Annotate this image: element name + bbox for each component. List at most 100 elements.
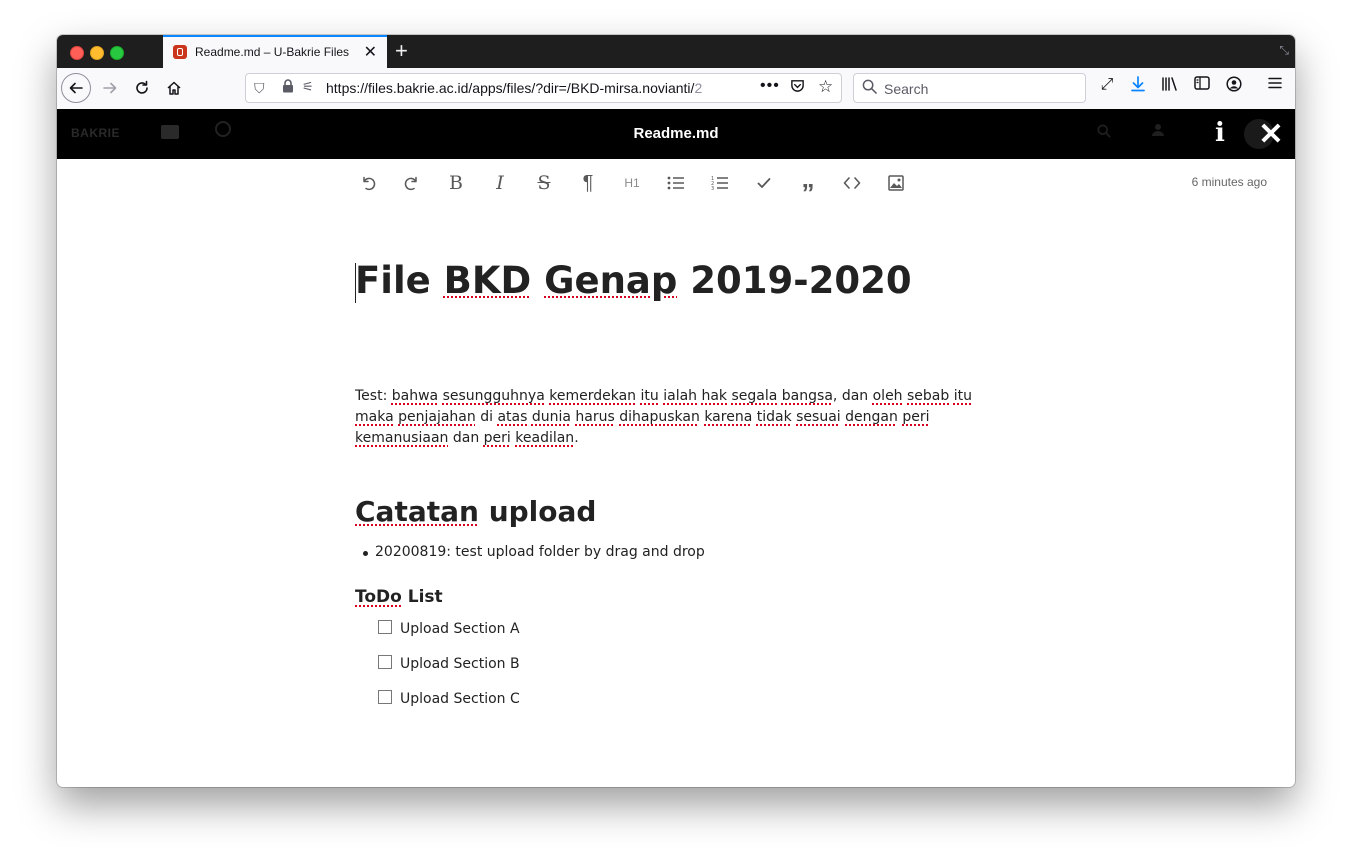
- code-block-icon[interactable]: [838, 171, 866, 195]
- fullscreen-icon[interactable]: ⤢: [1095, 76, 1119, 94]
- home-button[interactable]: [159, 74, 189, 102]
- lock-icon[interactable]: [282, 79, 294, 96]
- search-input[interactable]: Search: [884, 81, 928, 97]
- todo-checkbox[interactable]: [378, 655, 392, 669]
- paragraph-word-misspelled: tidak: [756, 409, 792, 425]
- paragraph-word-misspelled: bangsa: [781, 388, 833, 404]
- paragraph-word-misspelled: penjajahan: [398, 409, 476, 425]
- paragraph-word-misspelled: keadilan: [515, 430, 575, 446]
- title-word-misspelled: Genap: [544, 259, 678, 302]
- paragraph-word-misspelled: itu: [640, 388, 659, 404]
- heading-word-misspelled: ToDo: [355, 587, 402, 607]
- title-word: 2019-2020: [690, 259, 912, 302]
- bold-icon[interactable]: B: [442, 171, 470, 195]
- heading-word: upload: [488, 495, 597, 528]
- file-info-icon[interactable]: i: [1207, 118, 1233, 148]
- paragraph-word-misspelled: maka: [355, 409, 394, 425]
- title-word-misspelled: BKD: [443, 259, 532, 302]
- account-icon[interactable]: [1222, 76, 1246, 97]
- forward-arrow-icon: [103, 82, 117, 94]
- document-title[interactable]: File BKD Genap 2019-2020: [355, 259, 912, 302]
- ordered-list-icon[interactable]: 123: [706, 171, 734, 195]
- body-paragraph[interactable]: Test: bahwa sesungguhnya kemerdekan itu …: [355, 386, 995, 449]
- bullet-list: 20200819: test upload folder by drag and…: [355, 544, 705, 560]
- paragraph-word-misspelled: sesungguhnya: [442, 388, 545, 404]
- back-arrow-icon: [69, 82, 83, 94]
- page-actions-more-icon[interactable]: •••: [760, 77, 780, 95]
- paragraph-word-misspelled: harus: [575, 409, 615, 425]
- checklist-icon[interactable]: [750, 171, 778, 195]
- paragraph-word-misspelled: sesuai: [796, 409, 841, 425]
- strikethrough-icon[interactable]: S: [530, 171, 558, 195]
- redo-icon[interactable]: [398, 171, 426, 195]
- reload-button[interactable]: [127, 74, 157, 102]
- hamburger-menu-icon[interactable]: [1263, 76, 1287, 94]
- tab-close-icon[interactable]: ✕: [364, 42, 377, 62]
- tab-title: Readme.md – U-Bakrie Files: [195, 45, 350, 59]
- heading-1-button[interactable]: H1: [618, 171, 646, 195]
- site-favicon-icon: [173, 45, 187, 59]
- address-bar[interactable]: ⛉ ⚟ https://files.bakrie.ac.id/apps/file…: [245, 73, 842, 103]
- paragraph-word-misspelled: sebab: [907, 388, 950, 404]
- home-icon: [167, 81, 181, 95]
- forward-button[interactable]: [95, 74, 125, 102]
- back-button[interactable]: [61, 73, 91, 103]
- close-viewer-icon[interactable]: ✕: [1256, 117, 1286, 152]
- permissions-icon[interactable]: ⚟: [302, 79, 314, 95]
- paragraph-word-misspelled: hak: [701, 388, 728, 404]
- section-heading[interactable]: Catatan upload: [355, 495, 596, 528]
- todo-label[interactable]: Upload Section B: [400, 656, 520, 672]
- paragraph-word-misspelled: segala: [731, 388, 778, 404]
- zoom-window-button[interactable]: [110, 46, 124, 60]
- paragraph-word-misspelled: kemerdekan: [549, 388, 637, 404]
- paragraph-icon[interactable]: ¶: [574, 171, 602, 195]
- tracking-protection-shield-icon[interactable]: ⛉: [254, 80, 265, 97]
- paragraph-word-misspelled: dunia: [531, 409, 571, 425]
- search-icon: [862, 79, 877, 98]
- search-bar[interactable]: Search: [853, 73, 1086, 103]
- minimize-window-button[interactable]: [90, 46, 104, 60]
- header-search-icon[interactable]: [1097, 124, 1111, 143]
- list-item[interactable]: 20200819: test upload folder by drag and…: [355, 544, 705, 560]
- paragraph-word-misspelled: atas: [497, 409, 528, 425]
- italic-icon[interactable]: I: [486, 171, 514, 195]
- paragraph-word-misspelled: itu: [953, 388, 972, 404]
- paragraph-word-misspelled: peri: [902, 409, 930, 425]
- todo-heading[interactable]: ToDo List: [355, 587, 443, 607]
- tab-overflow-icon: ⤡: [1279, 43, 1289, 57]
- title-word: File: [355, 259, 431, 302]
- bullet-list-icon[interactable]: [662, 171, 690, 195]
- close-window-button[interactable]: [70, 46, 84, 60]
- new-tab-icon[interactable]: +: [395, 38, 408, 64]
- paragraph-word-misspelled: bahwa: [391, 388, 439, 404]
- insert-image-icon[interactable]: [882, 171, 910, 195]
- reload-icon: [136, 80, 148, 94]
- browser-tab-active[interactable]: Readme.md – U-Bakrie Files ✕: [163, 35, 387, 68]
- paragraph-word-misspelled: kemanusiaan: [355, 430, 449, 446]
- todo-checkbox[interactable]: [378, 620, 392, 634]
- last-saved-status: 6 minutes ago: [1191, 175, 1267, 189]
- blockquote-icon[interactable]: ”: [794, 171, 822, 208]
- tab-strip: Readme.md – U-Bakrie Files ✕ + ⤡: [57, 35, 1295, 68]
- paragraph-word-misspelled: karena: [704, 409, 753, 425]
- paragraph-word-misspelled: dengan: [845, 409, 898, 425]
- svg-text:3: 3: [711, 186, 714, 191]
- contacts-icon[interactable]: [1152, 123, 1168, 142]
- url-text[interactable]: https://files.bakrie.ac.id/apps/files/?d…: [326, 80, 754, 96]
- paragraph-word-misspelled: oleh: [872, 388, 903, 404]
- todo-label[interactable]: Upload Section A: [400, 621, 520, 637]
- pocket-icon[interactable]: [790, 78, 805, 97]
- heading-word: List: [407, 587, 443, 607]
- paragraph-word-misspelled: dihapuskan: [619, 409, 700, 425]
- paragraph-word-misspelled: ialah: [663, 388, 698, 404]
- bookmark-star-icon[interactable]: ☆: [818, 77, 833, 97]
- sidebar-toggle-icon[interactable]: [1190, 76, 1214, 95]
- library-icon[interactable]: [1158, 76, 1182, 97]
- undo-icon[interactable]: [354, 171, 382, 195]
- todo-checkbox[interactable]: [378, 690, 392, 704]
- browser-window: Readme.md – U-Bakrie Files ✕ + ⤡ ⛉ ⚟ htt…: [57, 35, 1295, 787]
- heading-word-misspelled: Catatan: [355, 495, 479, 528]
- todo-label[interactable]: Upload Section C: [400, 691, 520, 707]
- downloads-icon[interactable]: [1126, 76, 1150, 97]
- navigation-toolbar: ⛉ ⚟ https://files.bakrie.ac.id/apps/file…: [57, 68, 1295, 110]
